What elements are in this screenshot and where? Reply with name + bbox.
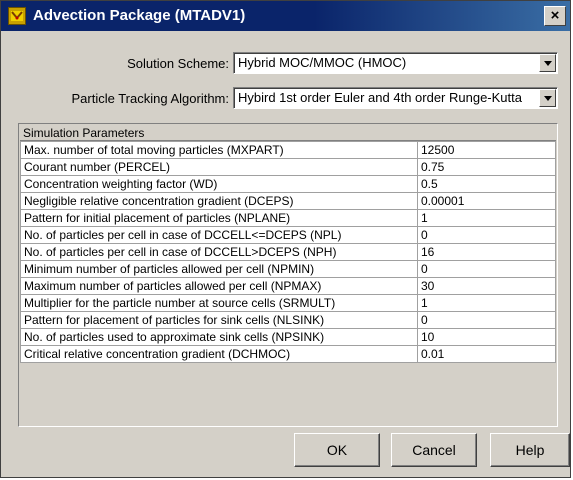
parameter-name-cell: Critical relative concentration gradient… (20, 345, 418, 363)
table-row[interactable]: No. of particles per cell in case of DCC… (20, 243, 556, 261)
solution-scheme-value: Hybrid MOC/MMOC (HMOC) (238, 55, 407, 70)
parameter-value-cell[interactable]: 16 (417, 243, 556, 261)
cancel-button[interactable]: Cancel (391, 433, 477, 467)
tracking-value: Hybird 1st order Euler and 4th order Run… (238, 90, 522, 105)
parameter-name-cell: No. of particles used to approximate sin… (20, 328, 418, 346)
table-row[interactable]: Courant number (PERCEL) 0.75 (20, 158, 556, 176)
parameter-value-cell[interactable]: 1 (417, 209, 556, 227)
table-row[interactable]: Maximum number of particles allowed per … (20, 277, 556, 295)
parameter-name-cell: No. of particles per cell in case of DCC… (20, 243, 418, 261)
parameter-name-cell: Multiplier for the particle number at so… (20, 294, 418, 312)
table-row[interactable]: Pattern for placement of particles for s… (20, 311, 556, 329)
solution-scheme-select[interactable]: Hybrid MOC/MMOC (HMOC) (233, 52, 558, 74)
parameter-value-cell[interactable]: 30 (417, 277, 556, 295)
parameter-name-cell: No. of particles per cell in case of DCC… (20, 226, 418, 244)
title-bar[interactable]: Advection Package (MTADV1) × (1, 1, 570, 31)
table-row[interactable]: Multiplier for the particle number at so… (20, 294, 556, 312)
close-button[interactable]: × (544, 6, 566, 26)
table-row[interactable]: Max. number of total moving particles (M… (20, 141, 556, 159)
table-row[interactable]: Minimum number of particles allowed per … (20, 260, 556, 278)
window-title: Advection Package (MTADV1) (33, 7, 246, 24)
parameter-name-cell: Minimum number of particles allowed per … (20, 260, 418, 278)
parameter-name-cell: Max. number of total moving particles (M… (20, 141, 418, 159)
help-button[interactable]: Help (490, 433, 570, 467)
table-row[interactable]: No. of particles used to approximate sin… (20, 328, 556, 346)
solution-scheme-label: Solution Scheme: (127, 56, 229, 71)
table-row[interactable]: Negligible relative concentration gradie… (20, 192, 556, 210)
parameter-name-cell: Maximum number of particles allowed per … (20, 277, 418, 295)
parameters-table: Max. number of total moving particles (M… (20, 141, 556, 363)
grid-header: Simulation Parameters (20, 125, 556, 141)
parameter-name-cell: Concentration weighting factor (WD) (20, 175, 418, 193)
parameter-value-cell[interactable]: 0 (417, 226, 556, 244)
parameter-name-cell: Pattern for placement of particles for s… (20, 311, 418, 329)
parameter-value-cell[interactable]: 0.01 (417, 345, 556, 363)
table-row[interactable]: No. of particles per cell in case of DCC… (20, 226, 556, 244)
parameter-value-cell[interactable]: 0.00001 (417, 192, 556, 210)
app-icon (8, 7, 26, 25)
chevron-down-icon[interactable] (539, 89, 556, 107)
parameter-value-cell[interactable]: 0 (417, 260, 556, 278)
parameter-value-cell[interactable]: 1 (417, 294, 556, 312)
ok-button[interactable]: OK (294, 433, 380, 467)
parameter-value-cell[interactable]: 12500 (417, 141, 556, 159)
tracking-select[interactable]: Hybird 1st order Euler and 4th order Run… (233, 87, 558, 109)
table-row[interactable]: Critical relative concentration gradient… (20, 345, 556, 363)
parameter-value-cell[interactable]: 0.5 (417, 175, 556, 193)
parameters-grid: Simulation Parameters Max. number of tot… (18, 123, 558, 427)
close-icon: × (550, 7, 560, 24)
table-row[interactable]: Pattern for initial placement of particl… (20, 209, 556, 227)
parameter-name-cell: Pattern for initial placement of particl… (20, 209, 418, 227)
parameter-value-cell[interactable]: 0 (417, 311, 556, 329)
parameter-name-cell: Negligible relative concentration gradie… (20, 192, 418, 210)
parameter-name-cell: Courant number (PERCEL) (20, 158, 418, 176)
parameter-value-cell[interactable]: 0.75 (417, 158, 556, 176)
dialog-window: Advection Package (MTADV1) × Solution Sc… (0, 0, 571, 478)
parameter-value-cell[interactable]: 10 (417, 328, 556, 346)
tracking-label: Particle Tracking Algorithm: (71, 91, 229, 106)
table-row[interactable]: Concentration weighting factor (WD) 0.5 (20, 175, 556, 193)
chevron-down-icon[interactable] (539, 54, 556, 72)
